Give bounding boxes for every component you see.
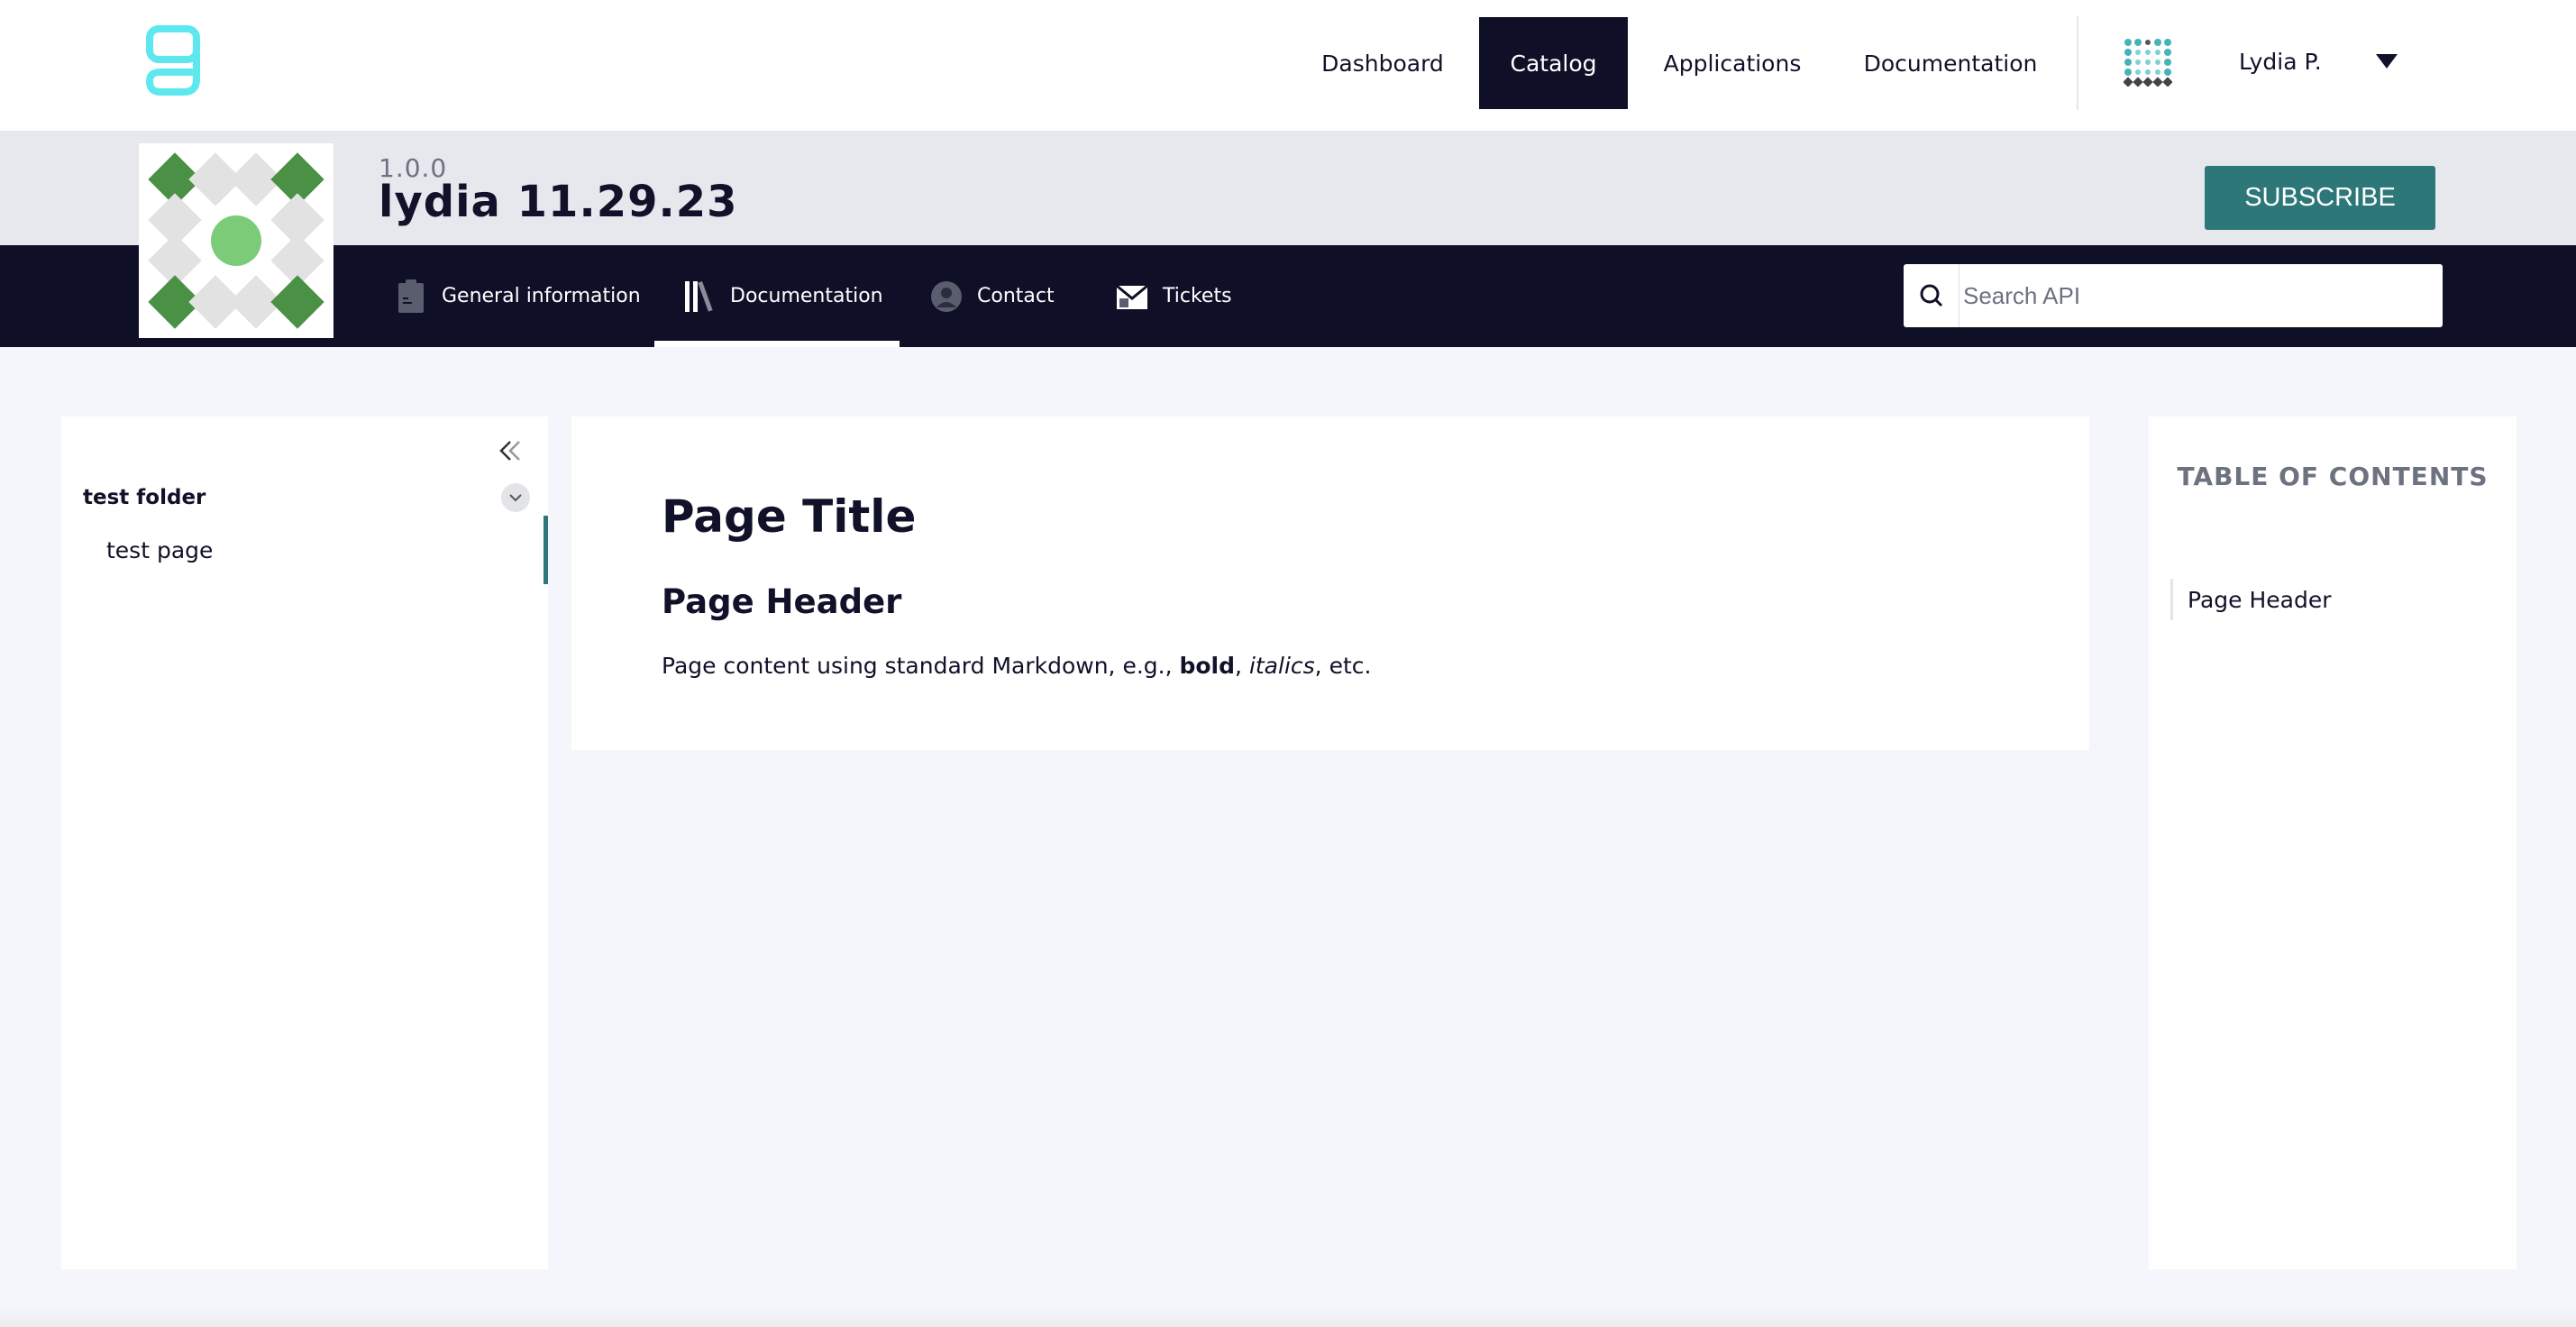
- collapse-sidebar-icon[interactable]: [496, 436, 525, 465]
- page-title: Page Title: [662, 490, 917, 543]
- toc-title: TABLE OF CONTENTS: [2177, 462, 2489, 491]
- clipboard-icon: [395, 279, 427, 313]
- tab-label: General information: [442, 285, 641, 307]
- search-icon[interactable]: [1904, 264, 1959, 327]
- page-header: Page Header: [662, 582, 902, 621]
- body-text-suffix: , etc.: [1314, 653, 1372, 679]
- top-navigation: Dashboard Catalog Applications Documenta…: [0, 0, 2576, 132]
- sidebar-folder-test-folder[interactable]: test folder: [83, 480, 530, 516]
- api-logo: [139, 143, 333, 338]
- sidebar-page-test-page[interactable]: test page: [61, 516, 548, 584]
- body-text-bold: bold: [1179, 653, 1236, 679]
- tab-tickets[interactable]: Tickets: [1116, 245, 1232, 347]
- tab-documentation[interactable]: Documentation: [683, 245, 883, 347]
- nav-catalog[interactable]: Catalog: [1479, 17, 1628, 109]
- nav-applications[interactable]: Applications: [1649, 17, 1815, 109]
- folder-label: test folder: [83, 486, 206, 509]
- envelope-icon: [1116, 280, 1148, 313]
- body-text-prefix: Page content using standard Markdown, e.…: [662, 653, 1180, 679]
- tab-label: Documentation: [730, 285, 883, 307]
- doc-content: Page Title Page Header Page content usin…: [571, 416, 2089, 750]
- toc-item-page-header[interactable]: Page Header: [2170, 579, 2332, 620]
- docs-sidebar: test folder test page: [61, 416, 548, 1269]
- app-grid-icon[interactable]: [2124, 38, 2172, 87]
- nav-divider: [2077, 16, 2078, 110]
- search-box: [1904, 264, 2443, 327]
- page-label: test page: [106, 536, 214, 563]
- nav-documentation[interactable]: Documentation: [1857, 17, 2044, 109]
- chevron-down-icon[interactable]: [501, 483, 530, 512]
- api-name: lydia 11.29.23: [379, 177, 738, 227]
- selected-page-indicator: [544, 516, 548, 584]
- tab-label: Contact: [977, 285, 1055, 307]
- nav-dashboard[interactable]: Dashboard: [1302, 17, 1464, 109]
- search-input[interactable]: [1959, 266, 2443, 325]
- api-logo-pattern-icon: [148, 152, 324, 329]
- tab-contact[interactable]: Contact: [930, 245, 1055, 347]
- tab-general-information[interactable]: General information: [395, 245, 641, 347]
- person-icon: [930, 280, 963, 313]
- subscribe-button[interactable]: SUBSCRIBE: [2205, 166, 2435, 230]
- page-body: Page content using standard Markdown, e.…: [662, 653, 1371, 679]
- body-text-separator: ,: [1235, 653, 1249, 679]
- page-bottom-edge: [0, 1309, 2576, 1327]
- table-of-contents: TABLE OF CONTENTS Page Header: [2149, 416, 2517, 1269]
- user-name[interactable]: Lydia P.: [2239, 49, 2322, 75]
- user-menu-caret-icon[interactable]: [2376, 54, 2398, 69]
- body-text-italic: italics: [1248, 653, 1315, 679]
- tab-label: Tickets: [1163, 285, 1232, 307]
- active-tab-indicator: [654, 341, 900, 347]
- books-icon: [683, 280, 716, 313]
- brand-logo-icon[interactable]: [144, 25, 202, 97]
